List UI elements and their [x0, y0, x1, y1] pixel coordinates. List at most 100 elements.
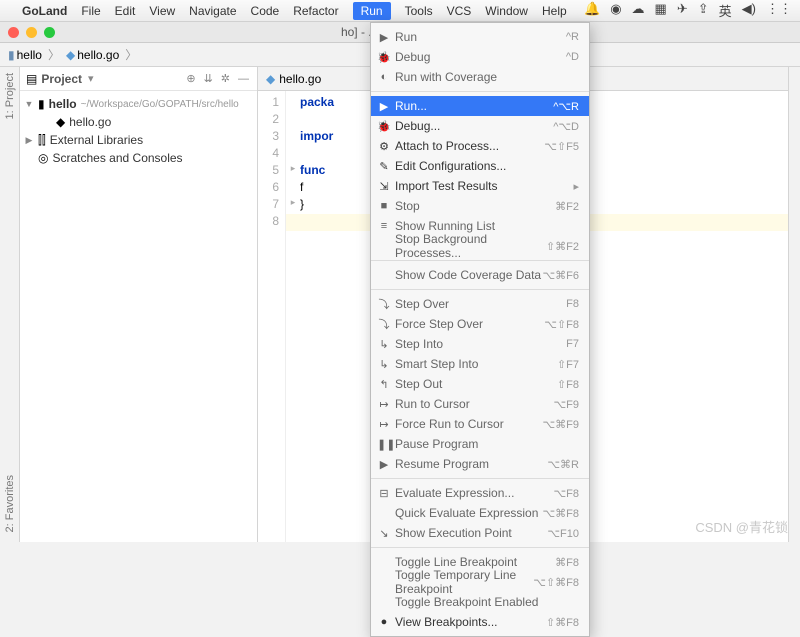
- bell-icon[interactable]: 🔔: [584, 1, 600, 20]
- minimize-window-icon[interactable]: [26, 27, 37, 38]
- line-number: 7: [258, 197, 285, 214]
- code-line[interactable]: packa: [300, 95, 334, 112]
- code-line[interactable]: [300, 146, 334, 163]
- menu-item-label: View Breakpoints...: [395, 615, 498, 629]
- menu-item-label: Smart Step Into: [395, 357, 478, 371]
- zoom-window-icon[interactable]: [44, 27, 55, 38]
- code-line[interactable]: }: [300, 197, 334, 214]
- hide-panel-icon[interactable]: —: [236, 73, 251, 85]
- target-icon[interactable]: ⊕: [184, 72, 197, 85]
- menu-item-pause-program: ❚❚ Pause Program: [371, 434, 589, 454]
- menu-window[interactable]: Window: [485, 4, 528, 18]
- menu-item-run[interactable]: ▶ Run... ^⌥R: [371, 96, 589, 116]
- menu-item-label: Step Over: [395, 297, 449, 311]
- dropdown-icon[interactable]: ▾: [86, 72, 96, 85]
- menu-view[interactable]: View: [149, 4, 175, 18]
- fold-toggle-icon[interactable]: ▸: [286, 163, 300, 180]
- right-tool-stripe: [788, 67, 800, 542]
- fold-toggle-icon[interactable]: ▸: [286, 197, 300, 214]
- tool-project-tab[interactable]: 1: Project: [4, 73, 16, 119]
- menu-item-edit-configurations[interactable]: ✎ Edit Configurations...: [371, 156, 589, 176]
- line-number: 1: [258, 95, 285, 112]
- tree-row[interactable]: ▼ ▮ hello ~/Workspace/Go/GOPATH/src/hell…: [20, 95, 257, 113]
- code-line[interactable]: [300, 112, 334, 129]
- menu-item-label: Import Test Results: [395, 179, 497, 193]
- collapse-icon[interactable]: ⇊: [202, 72, 215, 85]
- expand-arrow-icon[interactable]: ▶: [24, 135, 34, 146]
- menu-separator: [371, 478, 589, 479]
- menu-item-shortcut: ⌥⌘F8: [542, 507, 579, 520]
- menu-item-shortcut: ⇧F8: [557, 378, 579, 391]
- menu-tools[interactable]: Tools: [405, 4, 433, 18]
- expand-arrow-icon[interactable]: ▼: [24, 99, 34, 109]
- code-line[interactable]: f: [300, 180, 334, 197]
- tree-row[interactable]: ◆ hello.go: [20, 113, 257, 131]
- menu-code[interactable]: Code: [251, 4, 280, 18]
- menu-vcs[interactable]: VCS: [447, 4, 472, 18]
- menu-item-label: Run with Coverage: [395, 70, 497, 84]
- menu-file[interactable]: File: [81, 4, 100, 18]
- tree-node-label: External Libraries: [50, 133, 143, 147]
- gear-icon[interactable]: ✲: [219, 72, 232, 85]
- breadcrumb-hello[interactable]: ▮ hello: [8, 48, 42, 62]
- menu-item-icon: ⊟: [377, 487, 391, 500]
- volume-icon[interactable]: ◀): [742, 1, 756, 20]
- menu-item-attach-to-process[interactable]: ⚙ Attach to Process... ⌥⇧F5: [371, 136, 589, 156]
- tree-node-path: ~/Workspace/Go/GOPATH/src/hello: [81, 99, 239, 110]
- close-window-icon[interactable]: [8, 27, 19, 38]
- mac-menubar: GoLand File Edit View Navigate Code Refa…: [0, 0, 800, 22]
- menu-item-force-run-to-cursor: ↦ Force Run to Cursor ⌥⌘F9: [371, 414, 589, 434]
- project-panel-title[interactable]: Project: [41, 72, 82, 86]
- wechat-icon[interactable]: ☁: [632, 1, 645, 20]
- menu-app[interactable]: GoLand: [22, 4, 67, 18]
- tree-node-icon: ◆: [56, 115, 65, 129]
- fold-toggle-icon[interactable]: [286, 129, 300, 146]
- wifi-icon[interactable]: ⋮⋮: [766, 1, 792, 20]
- breadcrumb-label: hello: [17, 48, 42, 62]
- menu-navigate[interactable]: Navigate: [189, 4, 236, 18]
- menu-item-view-breakpoints[interactable]: ● View Breakpoints... ⇧⌘F8: [371, 612, 589, 632]
- fold-toggle-icon[interactable]: [286, 112, 300, 129]
- menu-item-icon: ⤵: [377, 316, 391, 332]
- code-line[interactable]: impor: [300, 129, 334, 146]
- editor-tab[interactable]: hello.go: [279, 72, 321, 86]
- code-line[interactable]: func: [300, 163, 334, 180]
- menu-run[interactable]: Run: [353, 2, 391, 20]
- chevron-right-icon: 〉: [48, 46, 60, 63]
- menu-item-label: Pause Program: [395, 437, 478, 451]
- menu-item-shortcut: ^⌥R: [553, 100, 579, 113]
- menu-item-icon: ⤵: [377, 296, 391, 312]
- tree-row[interactable]: ◎ Scratches and Consoles: [20, 149, 257, 167]
- menu-edit[interactable]: Edit: [115, 4, 136, 18]
- menu-item-icon: 🐞: [377, 120, 391, 133]
- tree-row[interactable]: ▶ ⫿⫿ External Libraries: [20, 131, 257, 149]
- fold-toggle-icon[interactable]: [286, 146, 300, 163]
- menu-item-shortcut: ⌥⌘F9: [542, 418, 579, 431]
- line-number: 5: [258, 163, 285, 180]
- menu-item-debug[interactable]: 🐞 Debug... ^⌥D: [371, 116, 589, 136]
- fold-toggle-icon[interactable]: [286, 214, 300, 231]
- menu-item-label: Edit Configurations...: [395, 159, 506, 173]
- fold-toggle-icon[interactable]: [286, 180, 300, 197]
- menu-item-show-code-coverage-data: Show Code Coverage Data ⌥⌘F6: [371, 265, 589, 285]
- fold-toggle-icon[interactable]: [286, 95, 300, 112]
- menu-item-icon: ↦: [377, 418, 391, 431]
- menu-item-import-test-results[interactable]: ⇲ Import Test Results ▸: [371, 176, 589, 196]
- menu-item-icon: ▶: [377, 458, 391, 471]
- up-icon[interactable]: ⇪: [698, 1, 709, 20]
- menu-item-icon: ↰: [377, 378, 391, 391]
- tool-favorites-tab[interactable]: 2: Favorites: [4, 475, 16, 532]
- grid-icon[interactable]: ▦: [655, 1, 667, 20]
- tree-node-label: hello.go: [69, 115, 111, 129]
- breadcrumb-file[interactable]: ◆ hello.go: [66, 48, 119, 62]
- code-content[interactable]: packa impor func f}: [300, 91, 334, 542]
- tree-node-icon: ⫿⫿: [38, 133, 46, 148]
- menu-item-label: Force Step Over: [395, 317, 483, 331]
- plane-icon[interactable]: ✈: [677, 1, 688, 20]
- menu-item-stop: ■ Stop ⌘F2: [371, 196, 589, 216]
- menu-help[interactable]: Help: [542, 4, 567, 18]
- code-line[interactable]: [300, 214, 334, 231]
- kanji-icon[interactable]: 英: [719, 1, 732, 20]
- user-icon[interactable]: ◉: [610, 1, 621, 20]
- menu-refactor[interactable]: Refactor: [293, 4, 338, 18]
